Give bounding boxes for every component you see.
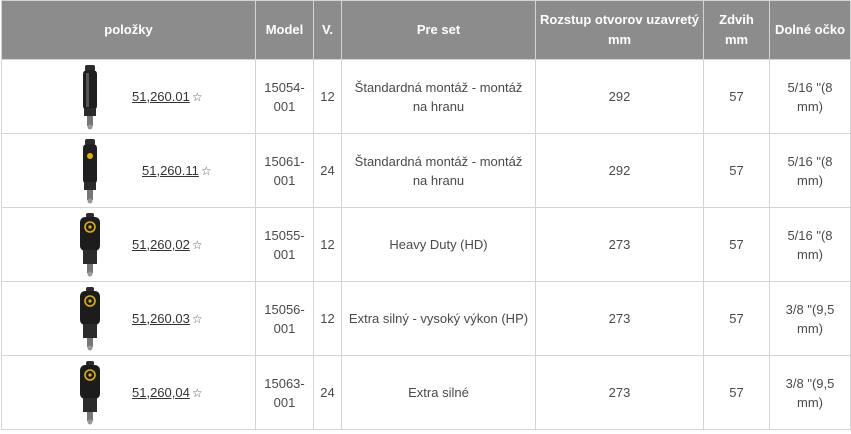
eye-cell: 3/8 "(9,5 mm): [769, 281, 851, 356]
col-header-stroke: Zdvih mm: [703, 0, 770, 60]
stroke-cell: 57: [703, 207, 770, 282]
favorite-star-icon[interactable]: ☆: [201, 164, 212, 178]
spacing-cell: 273: [535, 207, 704, 282]
voltage-cell: 12: [313, 207, 342, 282]
eye-cell: 5/16 "(8 mm): [769, 59, 851, 134]
product-code-link[interactable]: 51,260.01: [132, 89, 190, 104]
voltage-cell: 24: [313, 133, 342, 208]
item-cell: 51,260.11 ☆: [1, 133, 256, 208]
col-header-model: Model: [255, 0, 314, 60]
set-cell: Extra silný - vysoký výkon (HP): [341, 281, 536, 356]
stroke-cell: 57: [703, 355, 770, 430]
actuator-heavy-icon[interactable]: [72, 212, 108, 278]
col-header-spacing: Rozstup otvorov uzavretý mm: [535, 0, 704, 60]
favorite-star-icon[interactable]: ☆: [192, 386, 203, 400]
model-cell: 15054-001: [255, 59, 314, 134]
stroke-cell: 57: [703, 281, 770, 356]
voltage-cell: 24: [313, 355, 342, 430]
model-cell: 15056-001: [255, 281, 314, 356]
product-table: položky Model V. Pre set Rozstup otvorov…: [1, 0, 851, 430]
eye-cell: 5/16 "(8 mm): [769, 133, 851, 208]
table-header-row: položky Model V. Pre set Rozstup otvorov…: [1, 0, 851, 60]
actuator-slim-icon[interactable]: [72, 64, 108, 130]
table-row: 51,260,04 ☆ 15063-001 24 Extra silné 273 …: [1, 355, 851, 430]
product-code-link[interactable]: 51,260,02: [132, 237, 190, 252]
model-cell: 15061-001: [255, 133, 314, 208]
col-header-item: položky: [1, 0, 256, 60]
actuator-heavy-icon[interactable]: [72, 360, 108, 426]
stroke-cell: 57: [703, 133, 770, 208]
stroke-cell: 57: [703, 59, 770, 134]
favorite-star-icon[interactable]: ☆: [192, 238, 203, 252]
spacing-cell: 292: [535, 133, 704, 208]
spacing-cell: 292: [535, 59, 704, 134]
favorite-star-icon[interactable]: ☆: [192, 312, 203, 326]
table-row: 51,260.01 ☆ 15054-001 12 Štandardná montá…: [1, 59, 851, 134]
actuator-slim-icon[interactable]: [72, 138, 108, 204]
spacing-cell: 273: [535, 281, 704, 356]
voltage-cell: 12: [313, 281, 342, 356]
eye-cell: 3/8 "(9,5 mm): [769, 355, 851, 430]
favorite-star-icon[interactable]: ☆: [192, 90, 203, 104]
voltage-cell: 12: [313, 59, 342, 134]
product-code-link[interactable]: 51,260.11: [142, 163, 199, 178]
item-cell: 51,260.01 ☆: [1, 59, 256, 134]
model-cell: 15055-001: [255, 207, 314, 282]
col-header-voltage: V.: [313, 0, 342, 60]
col-header-eye: Dolné očko: [769, 0, 851, 60]
item-cell: 51,260,02 ☆: [1, 207, 256, 282]
item-cell: 51,260,04 ☆: [1, 355, 256, 430]
set-cell: Heavy Duty (HD): [341, 207, 536, 282]
table-row: 51,260,02 ☆ 15055-001 12 Heavy Duty (HD) …: [1, 207, 851, 282]
model-cell: 15063-001: [255, 355, 314, 430]
col-header-set: Pre set: [341, 0, 536, 60]
eye-cell: 5/16 "(8 mm): [769, 207, 851, 282]
actuator-heavy-icon[interactable]: [72, 286, 108, 352]
table-row: 51,260.11 ☆ 15061-001 24 Štandardná montá…: [1, 133, 851, 208]
set-cell: Štandardná montáž - montáž na hranu: [341, 59, 536, 134]
set-cell: Extra silné: [341, 355, 536, 430]
spacing-cell: 273: [535, 355, 704, 430]
set-cell: Štandardná montáž - montáž na hranu: [341, 133, 536, 208]
table-row: 51,260.03 ☆ 15056-001 12 Extra silný - vy…: [1, 281, 851, 356]
product-code-link[interactable]: 51,260.03: [132, 311, 190, 326]
product-code-link[interactable]: 51,260,04: [132, 385, 190, 400]
item-cell: 51,260.03 ☆: [1, 281, 256, 356]
